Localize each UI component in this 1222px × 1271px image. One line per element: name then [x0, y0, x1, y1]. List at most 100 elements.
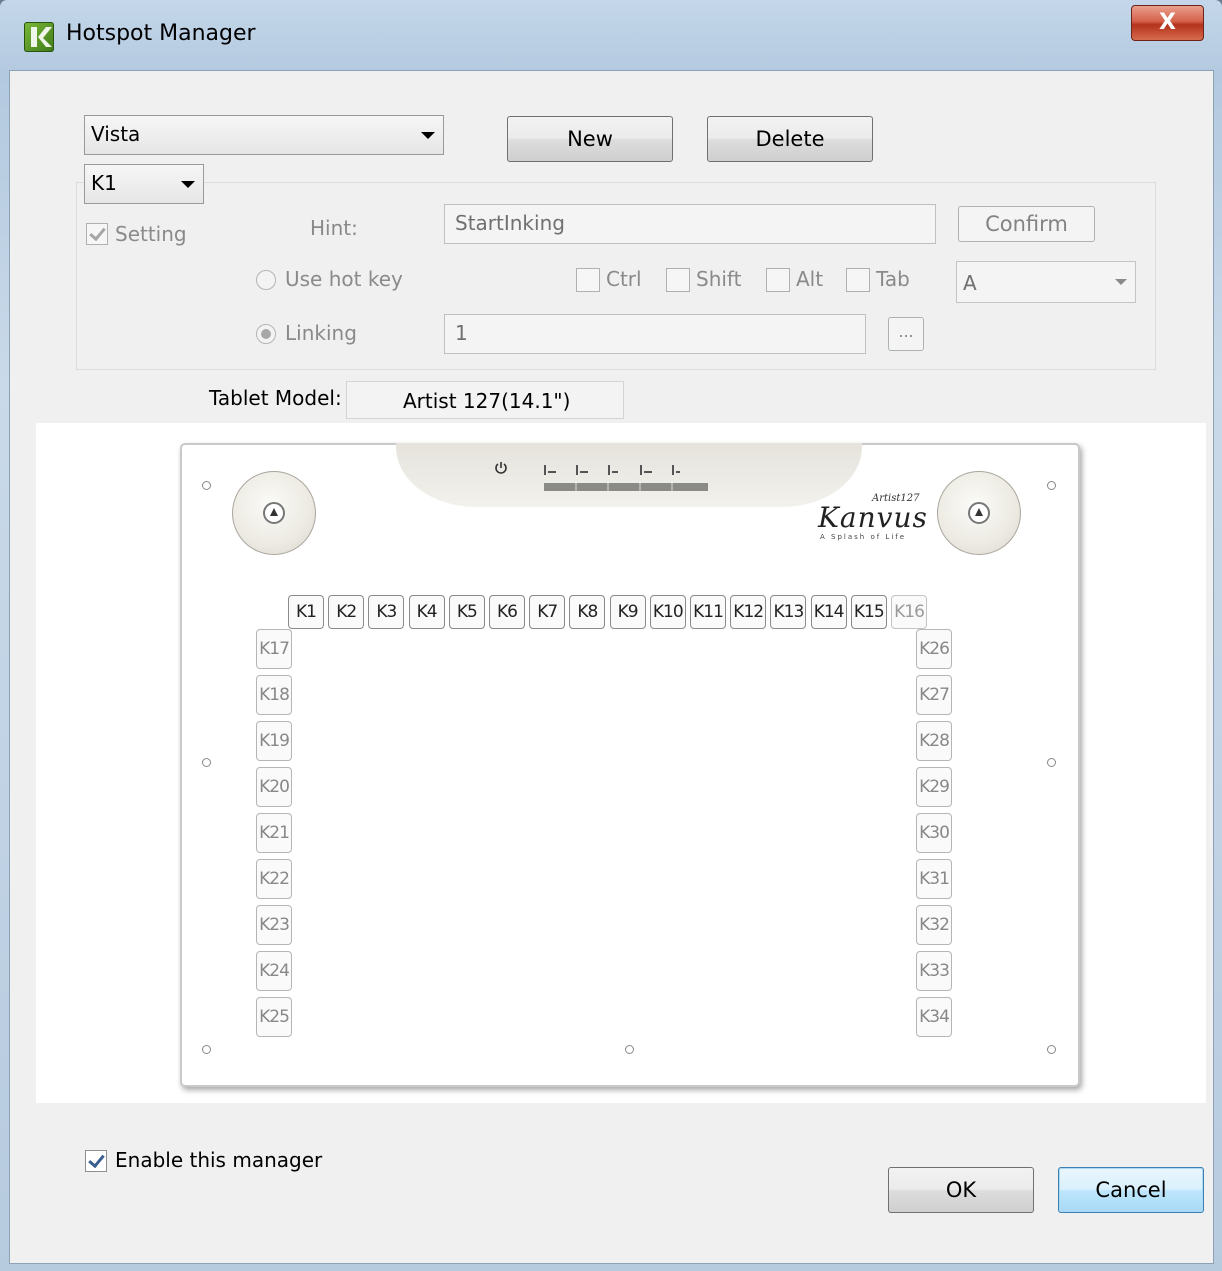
key-dropdown[interactable]: K1 [84, 164, 204, 204]
hotspot-key-k20[interactable]: K20 [256, 767, 292, 807]
hotspot-key-k21[interactable]: K21 [256, 813, 292, 853]
hotspot-key-k5[interactable]: K5 [448, 595, 485, 629]
right-touch-ring [937, 471, 1021, 555]
hotspot-key-k24[interactable]: K24 [256, 951, 292, 991]
hotspot-key-k23[interactable]: K23 [256, 905, 292, 945]
screw-icon [625, 1045, 634, 1054]
dialog-client-area: Vista New Delete K1 Setting Hint: StartI… [9, 70, 1214, 1264]
new-button[interactable]: New [507, 116, 673, 162]
close-icon: X [1159, 10, 1176, 35]
linking-field-value: 1 [455, 321, 468, 345]
hot-key-dropdown-value: A [963, 271, 977, 295]
screw-icon [1047, 1045, 1056, 1054]
hotspot-key-k19[interactable]: K19 [256, 721, 292, 761]
linking-label: Linking [285, 321, 357, 345]
tablet-model-value: Artist 127(14.1") [403, 389, 571, 413]
setting-label: Setting [115, 222, 187, 246]
delete-button-label: Delete [755, 127, 825, 151]
confirm-button-label: Confirm [985, 212, 1068, 236]
screw-icon [202, 758, 211, 767]
close-button[interactable]: X [1131, 5, 1204, 41]
screw-icon [1047, 758, 1056, 767]
indicator-lights-icon [544, 465, 708, 491]
screw-icon [202, 1045, 211, 1054]
hot-key-dropdown[interactable]: A [956, 261, 1136, 303]
browse-button-label: ... [898, 322, 914, 341]
hotspot-key-k4[interactable]: K4 [408, 595, 445, 629]
profile-dropdown[interactable]: Vista [84, 115, 444, 155]
new-button-label: New [567, 127, 613, 151]
use-hot-key-label: Use hot key [285, 267, 403, 291]
hotspot-key-k32[interactable]: K32 [916, 905, 952, 945]
shift-checkbox[interactable] [666, 268, 690, 292]
hint-field[interactable]: StartInking [444, 204, 936, 244]
hotspot-key-k17[interactable]: K17 [256, 629, 292, 669]
hint-label: Hint: [310, 216, 358, 240]
hint-field-value: StartInking [455, 211, 565, 235]
hotspot-key-k3[interactable]: K3 [368, 595, 405, 629]
title-bar[interactable]: Hotspot Manager X [0, 0, 1222, 70]
profile-dropdown-value: Vista [91, 122, 141, 146]
chevron-down-icon [1115, 279, 1127, 285]
enable-manager-label: Enable this manager [115, 1148, 323, 1172]
hotspot-key-k18[interactable]: K18 [256, 675, 292, 715]
hotspot-key-k12[interactable]: K12 [730, 595, 767, 629]
cancel-button-label: Cancel [1095, 1178, 1167, 1202]
hotspot-key-k8[interactable]: K8 [569, 595, 606, 629]
hotspot-key-k33[interactable]: K33 [916, 951, 952, 991]
key-dropdown-value: K1 [91, 171, 117, 195]
brand-tagline: A Splash of Life [820, 533, 907, 541]
shift-label: Shift [696, 267, 742, 291]
power-icon [495, 462, 507, 474]
hotspot-key-k34[interactable]: K34 [916, 997, 952, 1037]
tablet-model-label: Tablet Model: [209, 386, 342, 410]
hotspot-key-k26[interactable]: K26 [916, 629, 952, 669]
hotspot-key-k27[interactable]: K27 [916, 675, 952, 715]
hotspot-key-k28[interactable]: K28 [916, 721, 952, 761]
confirm-button[interactable]: Confirm [958, 206, 1095, 242]
hotspot-key-k29[interactable]: K29 [916, 767, 952, 807]
tablet-preview-area: Artist127 Kanvus A Splash of Life K1 K2 K3… [36, 423, 1206, 1103]
tab-checkbox[interactable] [846, 268, 870, 292]
use-hot-key-radio[interactable] [256, 270, 276, 290]
ok-button[interactable]: OK [888, 1167, 1034, 1213]
hotspot-key-k25[interactable]: K25 [256, 997, 292, 1037]
setting-checkbox[interactable] [86, 223, 108, 245]
arrow-up-icon [263, 502, 285, 524]
tab-label: Tab [876, 267, 910, 291]
arrow-up-icon [968, 502, 990, 524]
hotspot-manager-window: Hotspot Manager X Vista New Delete K1 Se… [0, 0, 1222, 1271]
hotspot-key-k30[interactable]: K30 [916, 813, 952, 853]
hotspot-key-k10[interactable]: K10 [649, 595, 686, 629]
hotspot-key-k15[interactable]: K15 [850, 595, 887, 629]
hotspot-key-k16[interactable]: K16 [891, 595, 927, 629]
ctrl-checkbox[interactable] [576, 268, 600, 292]
left-touch-ring [232, 471, 316, 555]
chevron-down-icon [421, 132, 435, 139]
hotspot-key-k22[interactable]: K22 [256, 859, 292, 899]
tablet-image: Artist127 Kanvus A Splash of Life K1 K2 K3… [180, 443, 1080, 1087]
browse-button[interactable]: ... [888, 317, 924, 351]
hotspot-key-k11[interactable]: K11 [690, 595, 726, 629]
hotspot-key-k9[interactable]: K9 [609, 595, 646, 629]
alt-label: Alt [796, 267, 824, 291]
linking-radio[interactable] [256, 324, 276, 344]
linking-field[interactable]: 1 [444, 314, 866, 354]
hotspot-key-k13[interactable]: K13 [770, 595, 807, 629]
enable-manager-checkbox[interactable] [85, 1150, 107, 1172]
tablet-model-value-box: Artist 127(14.1") [346, 381, 624, 419]
hotspot-key-k2[interactable]: K2 [328, 595, 365, 629]
delete-button[interactable]: Delete [707, 116, 873, 162]
app-icon [24, 22, 54, 52]
chevron-down-icon [181, 181, 195, 188]
hotspot-key-k6[interactable]: K6 [489, 595, 525, 629]
hotspot-key-k1[interactable]: K1 [288, 595, 324, 629]
screw-icon [1047, 481, 1056, 490]
alt-checkbox[interactable] [766, 268, 790, 292]
hotspot-key-k7[interactable]: K7 [529, 595, 566, 629]
hotspot-key-k31[interactable]: K31 [916, 859, 952, 899]
window-title: Hotspot Manager [66, 21, 256, 46]
cancel-button[interactable]: Cancel [1058, 1167, 1204, 1213]
brand-name: Kanvus [818, 501, 928, 534]
hotspot-key-k14[interactable]: K14 [810, 595, 847, 629]
